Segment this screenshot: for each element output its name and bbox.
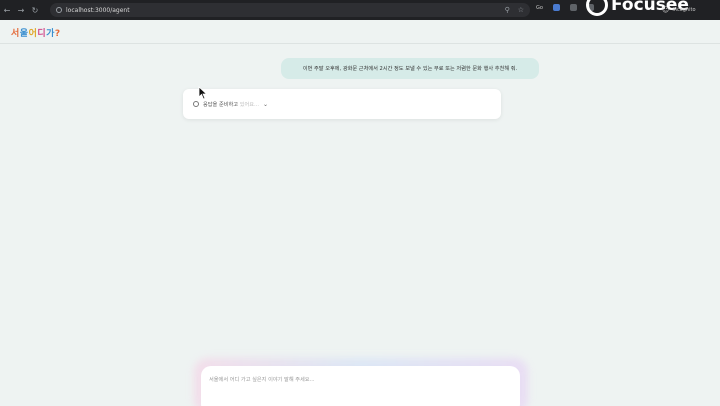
extension-icon[interactable] xyxy=(552,4,560,11)
location-icon[interactable]: ⚲ xyxy=(505,6,510,14)
chevron-down-icon[interactable]: ⌄ xyxy=(263,101,268,108)
address-bar[interactable]: localhost:3000/agent ⚲ ☆ xyxy=(50,3,530,17)
clock-icon xyxy=(193,101,199,107)
chat-input[interactable] xyxy=(201,368,520,392)
browser-toolbar: ← → ↻ localhost:3000/agent ⚲ ☆ Go Focuse… xyxy=(0,0,720,20)
puzzle-icon[interactable] xyxy=(569,4,577,11)
logo-char: 가 xyxy=(46,29,55,39)
reload-icon[interactable]: ↻ xyxy=(28,0,42,20)
forward-icon[interactable]: → xyxy=(14,0,28,20)
back-icon[interactable]: ← xyxy=(0,0,14,20)
incognito-label: Incognito xyxy=(672,7,696,13)
user-message-text: 이번 주말 오후에, 광화문 근처에서 2시간 정도 보낼 수 있는 무료 또는… xyxy=(302,66,518,72)
logo-char: 서 xyxy=(11,29,20,39)
incognito-icon: ☺ xyxy=(662,6,670,14)
user-message-bubble: 이번 주말 오후에, 광화문 근처에서 2시간 정도 보낼 수 있는 무료 또는… xyxy=(281,58,539,79)
agent-status-main: 응답을 준비하고 xyxy=(203,101,240,108)
site-info-icon[interactable] xyxy=(56,7,62,13)
logo-char: 울 xyxy=(19,29,29,39)
extension-label[interactable]: Go xyxy=(536,5,543,11)
incognito-indicator[interactable]: ☺ Incognito xyxy=(662,6,696,14)
logo-char: ? xyxy=(54,29,61,39)
focusee-logo-icon xyxy=(586,0,608,16)
bookmark-star-icon[interactable]: ☆ xyxy=(518,6,524,14)
agent-status-card[interactable]: 응답을 준비하고 있어요... ⌄ xyxy=(183,89,501,119)
agent-status-faded: 있어요... xyxy=(239,101,259,108)
url-text: localhost:3000/agent xyxy=(66,6,130,14)
app-header: 서울어디가? xyxy=(0,20,720,44)
composer xyxy=(201,366,520,406)
logo-char: 디 xyxy=(37,29,47,39)
mouse-cursor-icon xyxy=(198,86,208,100)
agent-status-text: 응답을 준비하고 있어요... xyxy=(203,101,259,108)
app-logo[interactable]: 서울어디가? xyxy=(11,26,61,39)
